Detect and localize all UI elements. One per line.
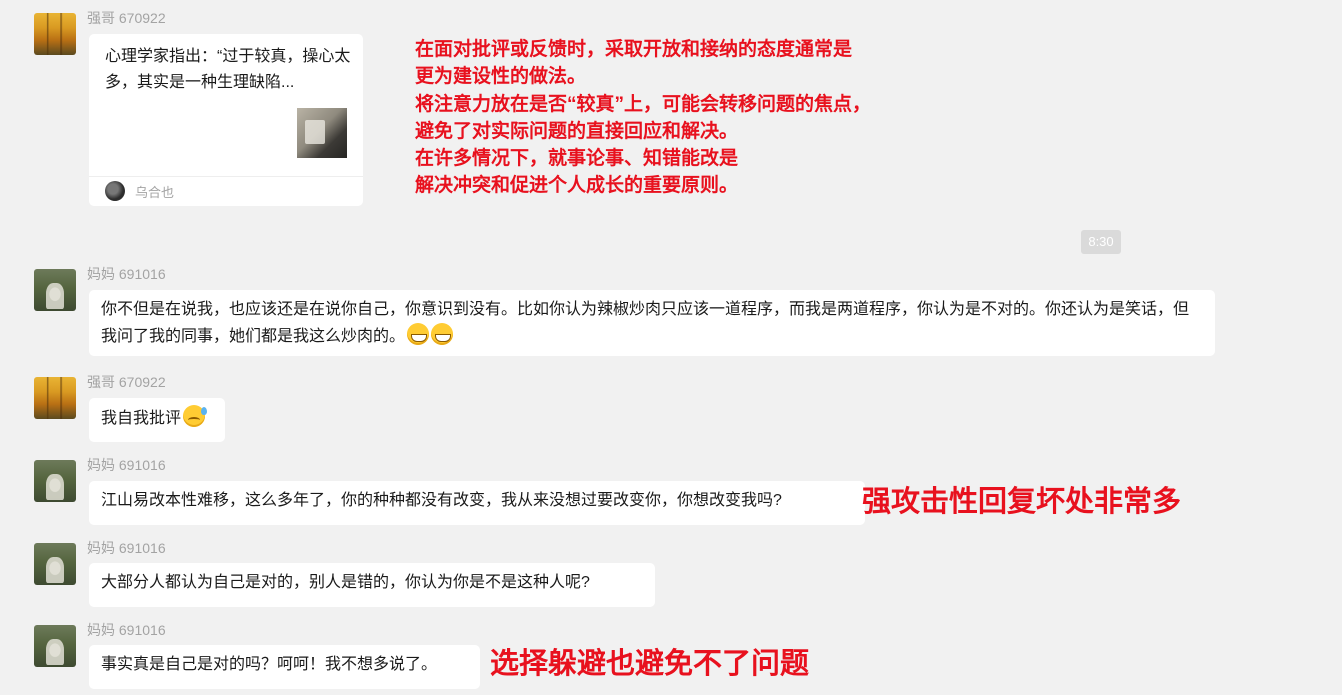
- article-thumbnail-image: [297, 108, 347, 158]
- avatar-mama[interactable]: [34, 460, 76, 502]
- annotation-avoidance: 选择躲避也避免不了问题: [490, 648, 810, 680]
- card-source-name: 乌合也: [135, 185, 175, 200]
- message-bubble[interactable]: 事实真是自己是对的吗？呵呵！我不想多说了。: [89, 645, 480, 689]
- avatar-qiangge[interactable]: [34, 13, 76, 55]
- message-bubble[interactable]: 江山易改本性难移，这么多年了，你的种种都没有改变，我从来没想过要改变你，你想改变…: [89, 481, 865, 525]
- grin-emoji-icon: [431, 323, 454, 345]
- message-text: 你不但是在说我，也应该还是在说你自己，你意识到没有。比如你认为辣椒炒肉只应该一道…: [101, 301, 1190, 345]
- message-text: 江山易改本性难移，这么多年了，你的种种都没有改变，我从来没想过要改变你，你想改变…: [101, 492, 782, 509]
- annotation-line: 将注意力放在是否“较真”上，可能会转移问题的焦点，: [415, 93, 872, 115]
- avatar-qiangge[interactable]: [34, 377, 76, 419]
- annotation-aggressive-reply: 强攻击性回复坏处非常多: [862, 486, 1182, 518]
- sender-name: 强哥 670922: [87, 374, 166, 390]
- sender-name: 妈妈 691016: [87, 266, 166, 282]
- sender-name: 妈妈 691016: [87, 457, 166, 473]
- sweat-smile-emoji-icon: [183, 405, 208, 427]
- source-account-icon: [105, 181, 125, 201]
- annotation-line: 在许多情况下，就事论事、知错能改是: [415, 148, 739, 170]
- message-text: 大部分人都认为自己是对的，别人是错的，你认为你是不是这种人呢?: [101, 574, 590, 591]
- annotation-line: 在面对批评或反馈时，采取开放和接纳的态度通常是: [415, 39, 853, 60]
- annotation-commentary: 在面对批评或反馈时，采取开放和接纳的态度通常是 更为建设性的做法。 将注意力放在…: [415, 36, 871, 200]
- avatar-mama[interactable]: [34, 543, 76, 585]
- card-title: 心理学家指出：“过于较真，操心太多，其实是一种生理缺陷...: [105, 48, 351, 91]
- message-bubble[interactable]: 我自我批评: [89, 398, 225, 442]
- message-text: 我自我批评: [101, 410, 182, 427]
- sender-name: 妈妈 691016: [87, 540, 166, 556]
- annotation-line: 解决冲突和促进个人成长的重要原则。: [415, 175, 739, 197]
- message-bubble[interactable]: 你不但是在说我，也应该还是在说你自己，你意识到没有。比如你认为辣椒炒肉只应该一道…: [89, 290, 1215, 356]
- avatar-mama[interactable]: [34, 625, 76, 667]
- sender-name: 妈妈 691016: [87, 622, 166, 638]
- grin-emoji-icon: [407, 323, 430, 345]
- avatar-mama[interactable]: [34, 269, 76, 311]
- card-divider: [89, 176, 363, 177]
- message-timestamp: 8:30: [1081, 230, 1121, 254]
- sender-name: 强哥 670922: [87, 10, 166, 26]
- message-bubble[interactable]: 大部分人都认为自己是对的，别人是错的，你认为你是不是这种人呢?: [89, 563, 655, 607]
- message-text: 事实真是自己是对的吗？呵呵！我不想多说了。: [101, 656, 438, 673]
- annotation-line: 避免了对实际问题的直接回应和解决。: [415, 120, 739, 142]
- shared-article-card[interactable]: 心理学家指出：“过于较真，操心太多，其实是一种生理缺陷... 乌合也: [89, 34, 363, 206]
- annotation-line: 更为建设性的做法。: [415, 66, 587, 88]
